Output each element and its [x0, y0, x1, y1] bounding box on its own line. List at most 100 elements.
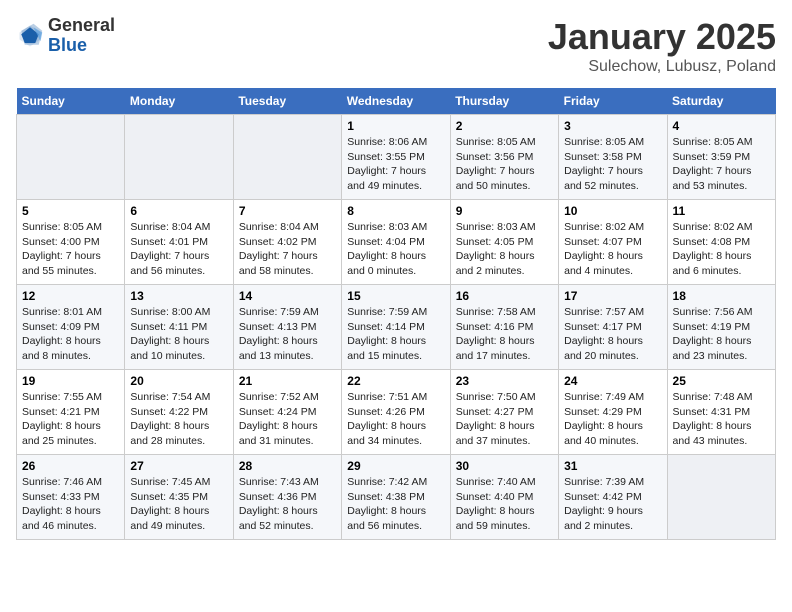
day-number: 28 — [239, 459, 336, 473]
cell-info: Sunrise: 7:43 AMSunset: 4:36 PMDaylight:… — [239, 475, 336, 534]
cell-info: Sunrise: 7:51 AMSunset: 4:26 PMDaylight:… — [347, 390, 444, 449]
day-number: 24 — [564, 374, 661, 388]
calendar-cell: 10Sunrise: 8:02 AMSunset: 4:07 PMDayligh… — [559, 200, 667, 285]
cell-info: Sunrise: 8:06 AMSunset: 3:55 PMDaylight:… — [347, 135, 444, 194]
cell-info: Sunrise: 8:04 AMSunset: 4:01 PMDaylight:… — [130, 220, 227, 279]
cell-info: Sunrise: 7:52 AMSunset: 4:24 PMDaylight:… — [239, 390, 336, 449]
calendar-cell: 28 Sunrise: 7:43 AMSunset: 4:36 PMDayligh… — [233, 455, 341, 540]
cell-info: Sunrise: 8:05 AMSunset: 3:56 PMDaylight:… — [456, 135, 553, 194]
calendar-body: 1 Sunrise: 8:06 AMSunset: 3:55 PMDaylight… — [17, 115, 776, 540]
day-number: 2 — [456, 119, 553, 133]
day-number: 13 — [130, 289, 227, 303]
page-header: General Blue January 2025 Sulechow, Lubu… — [16, 16, 776, 76]
cell-info: Sunrise: 7:55 AMSunset: 4:21 PMDaylight:… — [22, 390, 119, 449]
day-number: 6 — [130, 204, 227, 218]
day-number: 30 — [456, 459, 553, 473]
cell-info: Sunrise: 7:49 AMSunset: 4:29 PMDaylight:… — [564, 390, 661, 449]
header-row: SundayMondayTuesdayWednesdayThursdayFrid… — [17, 88, 776, 115]
day-number: 8 — [347, 204, 444, 218]
calendar-cell: 8 Sunrise: 8:03 AMSunset: 4:04 PMDaylight… — [342, 200, 450, 285]
calendar-week-3: 12Sunrise: 8:01 AMSunset: 4:09 PMDayligh… — [17, 285, 776, 370]
calendar-cell: 31Sunrise: 7:39 AMSunset: 4:42 PMDayligh… — [559, 455, 667, 540]
calendar-cell: 30 Sunrise: 7:40 AMSunset: 4:40 PMDayligh… — [450, 455, 558, 540]
cell-info: Sunrise: 7:42 AMSunset: 4:38 PMDaylight:… — [347, 475, 444, 534]
calendar-cell: 6 Sunrise: 8:04 AMSunset: 4:01 PMDaylight… — [125, 200, 233, 285]
day-number: 3 — [564, 119, 661, 133]
calendar-cell: 11 Sunrise: 8:02 AMSunset: 4:08 PMDayligh… — [667, 200, 775, 285]
calendar-cell — [233, 115, 341, 200]
cell-info: Sunrise: 7:58 AMSunset: 4:16 PMDaylight:… — [456, 305, 553, 364]
day-number: 11 — [673, 204, 770, 218]
calendar-cell: 29 Sunrise: 7:42 AMSunset: 4:38 PMDayligh… — [342, 455, 450, 540]
logo: General Blue — [16, 16, 115, 56]
calendar-cell: 16 Sunrise: 7:58 AMSunset: 4:16 PMDayligh… — [450, 285, 558, 370]
calendar-cell: 25 Sunrise: 7:48 AMSunset: 4:31 PMDayligh… — [667, 370, 775, 455]
calendar-cell: 2 Sunrise: 8:05 AMSunset: 3:56 PMDaylight… — [450, 115, 558, 200]
calendar-cell — [667, 455, 775, 540]
day-number: 17 — [564, 289, 661, 303]
cell-info: Sunrise: 7:57 AMSunset: 4:17 PMDaylight:… — [564, 305, 661, 364]
cell-info: Sunrise: 7:40 AMSunset: 4:40 PMDaylight:… — [456, 475, 553, 534]
day-number: 23 — [456, 374, 553, 388]
header-day-wednesday: Wednesday — [342, 88, 450, 115]
calendar-week-5: 26 Sunrise: 7:46 AMSunset: 4:33 PMDayligh… — [17, 455, 776, 540]
calendar-cell: 20Sunrise: 7:54 AMSunset: 4:22 PMDayligh… — [125, 370, 233, 455]
calendar-cell: 3 Sunrise: 8:05 AMSunset: 3:58 PMDaylight… — [559, 115, 667, 200]
calendar-week-4: 19 Sunrise: 7:55 AMSunset: 4:21 PMDayligh… — [17, 370, 776, 455]
day-number: 1 — [347, 119, 444, 133]
cell-info: Sunrise: 7:59 AMSunset: 4:13 PMDaylight:… — [239, 305, 336, 364]
calendar-cell: 27 Sunrise: 7:45 AMSunset: 4:35 PMDayligh… — [125, 455, 233, 540]
calendar-cell: 17 Sunrise: 7:57 AMSunset: 4:17 PMDayligh… — [559, 285, 667, 370]
header-day-tuesday: Tuesday — [233, 88, 341, 115]
cell-info: Sunrise: 7:56 AMSunset: 4:19 PMDaylight:… — [673, 305, 770, 364]
header-day-monday: Monday — [125, 88, 233, 115]
day-number: 29 — [347, 459, 444, 473]
calendar-cell: 15Sunrise: 7:59 AMSunset: 4:14 PMDayligh… — [342, 285, 450, 370]
day-number: 5 — [22, 204, 119, 218]
logo-blue-text: Blue — [48, 35, 87, 55]
cell-info: Sunrise: 7:39 AMSunset: 4:42 PMDaylight:… — [564, 475, 661, 534]
cell-info: Sunrise: 8:03 AMSunset: 4:04 PMDaylight:… — [347, 220, 444, 279]
day-number: 16 — [456, 289, 553, 303]
calendar-cell: 18Sunrise: 7:56 AMSunset: 4:19 PMDayligh… — [667, 285, 775, 370]
day-number: 10 — [564, 204, 661, 218]
cell-info: Sunrise: 8:05 AMSunset: 3:58 PMDaylight:… — [564, 135, 661, 194]
logo-icon — [16, 22, 44, 50]
cell-info: Sunrise: 8:05 AMSunset: 4:00 PMDaylight:… — [22, 220, 119, 279]
calendar-cell: 21 Sunrise: 7:52 AMSunset: 4:24 PMDayligh… — [233, 370, 341, 455]
cell-info: Sunrise: 7:45 AMSunset: 4:35 PMDaylight:… — [130, 475, 227, 534]
cell-info: Sunrise: 7:46 AMSunset: 4:33 PMDaylight:… — [22, 475, 119, 534]
day-number: 12 — [22, 289, 119, 303]
day-number: 22 — [347, 374, 444, 388]
calendar-cell: 22 Sunrise: 7:51 AMSunset: 4:26 PMDayligh… — [342, 370, 450, 455]
day-number: 26 — [22, 459, 119, 473]
header-day-thursday: Thursday — [450, 88, 558, 115]
calendar-cell: 1 Sunrise: 8:06 AMSunset: 3:55 PMDaylight… — [342, 115, 450, 200]
day-number: 14 — [239, 289, 336, 303]
day-number: 9 — [456, 204, 553, 218]
calendar-cell: 19 Sunrise: 7:55 AMSunset: 4:21 PMDayligh… — [17, 370, 125, 455]
cell-info: Sunrise: 8:00 AMSunset: 4:11 PMDaylight:… — [130, 305, 227, 364]
calendar-cell: 23 Sunrise: 7:50 AMSunset: 4:27 PMDayligh… — [450, 370, 558, 455]
calendar-cell: 12Sunrise: 8:01 AMSunset: 4:09 PMDayligh… — [17, 285, 125, 370]
day-number: 21 — [239, 374, 336, 388]
cell-info: Sunrise: 8:02 AMSunset: 4:08 PMDaylight:… — [673, 220, 770, 279]
day-number: 25 — [673, 374, 770, 388]
calendar-week-2: 5 Sunrise: 8:05 AMSunset: 4:00 PMDaylight… — [17, 200, 776, 285]
calendar-cell: 13 Sunrise: 8:00 AMSunset: 4:11 PMDayligh… — [125, 285, 233, 370]
title-block: January 2025 Sulechow, Lubusz, Poland — [548, 16, 776, 76]
cell-info: Sunrise: 8:04 AMSunset: 4:02 PMDaylight:… — [239, 220, 336, 279]
calendar-cell: 7Sunrise: 8:04 AMSunset: 4:02 PMDaylight… — [233, 200, 341, 285]
calendar-cell: 9Sunrise: 8:03 AMSunset: 4:05 PMDaylight… — [450, 200, 558, 285]
cell-info: Sunrise: 7:50 AMSunset: 4:27 PMDaylight:… — [456, 390, 553, 449]
day-number: 19 — [22, 374, 119, 388]
day-number: 20 — [130, 374, 227, 388]
cell-info: Sunrise: 8:05 AMSunset: 3:59 PMDaylight:… — [673, 135, 770, 194]
calendar-table: SundayMondayTuesdayWednesdayThursdayFrid… — [16, 88, 776, 540]
header-day-sunday: Sunday — [17, 88, 125, 115]
cell-info: Sunrise: 7:59 AMSunset: 4:14 PMDaylight:… — [347, 305, 444, 364]
cell-info: Sunrise: 7:48 AMSunset: 4:31 PMDaylight:… — [673, 390, 770, 449]
calendar-cell: 26 Sunrise: 7:46 AMSunset: 4:33 PMDayligh… — [17, 455, 125, 540]
day-number: 27 — [130, 459, 227, 473]
calendar-cell: 5 Sunrise: 8:05 AMSunset: 4:00 PMDaylight… — [17, 200, 125, 285]
